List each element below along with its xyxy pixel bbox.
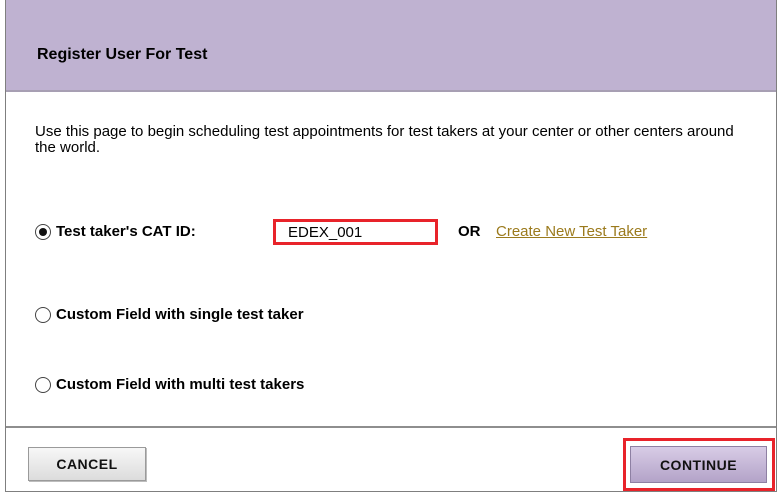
option-cat-id: Test taker's CAT ID: <box>35 223 196 240</box>
or-label: OR <box>458 223 481 240</box>
intro-text: Use this page to begin scheduling test a… <box>35 123 734 156</box>
cancel-button[interactable]: CANCEL <box>28 447 146 481</box>
footer-divider <box>6 426 776 428</box>
register-panel: Register User For Test Use this page to … <box>5 0 777 492</box>
continue-button[interactable]: CONTINUE <box>630 446 767 483</box>
option-single-custom: Custom Field with single test taker <box>35 306 304 323</box>
page-title: Register User For Test <box>37 46 208 63</box>
cat-id-radio[interactable] <box>35 223 51 240</box>
single-custom-radio[interactable] <box>35 306 51 323</box>
radio-selected-dot <box>39 227 47 236</box>
option-multi-custom: Custom Field with multi test takers <box>35 376 304 393</box>
create-new-test-taker-link[interactable]: Create New Test Taker <box>496 223 647 240</box>
single-custom-label: Custom Field with single test taker <box>56 306 304 323</box>
multi-custom-label: Custom Field with multi test takers <box>56 376 305 393</box>
cat-id-label: Test taker's CAT ID: <box>56 223 196 240</box>
multi-custom-radio[interactable] <box>35 376 51 393</box>
cat-id-input[interactable] <box>273 219 438 245</box>
panel-header: Register User For Test <box>6 0 776 92</box>
